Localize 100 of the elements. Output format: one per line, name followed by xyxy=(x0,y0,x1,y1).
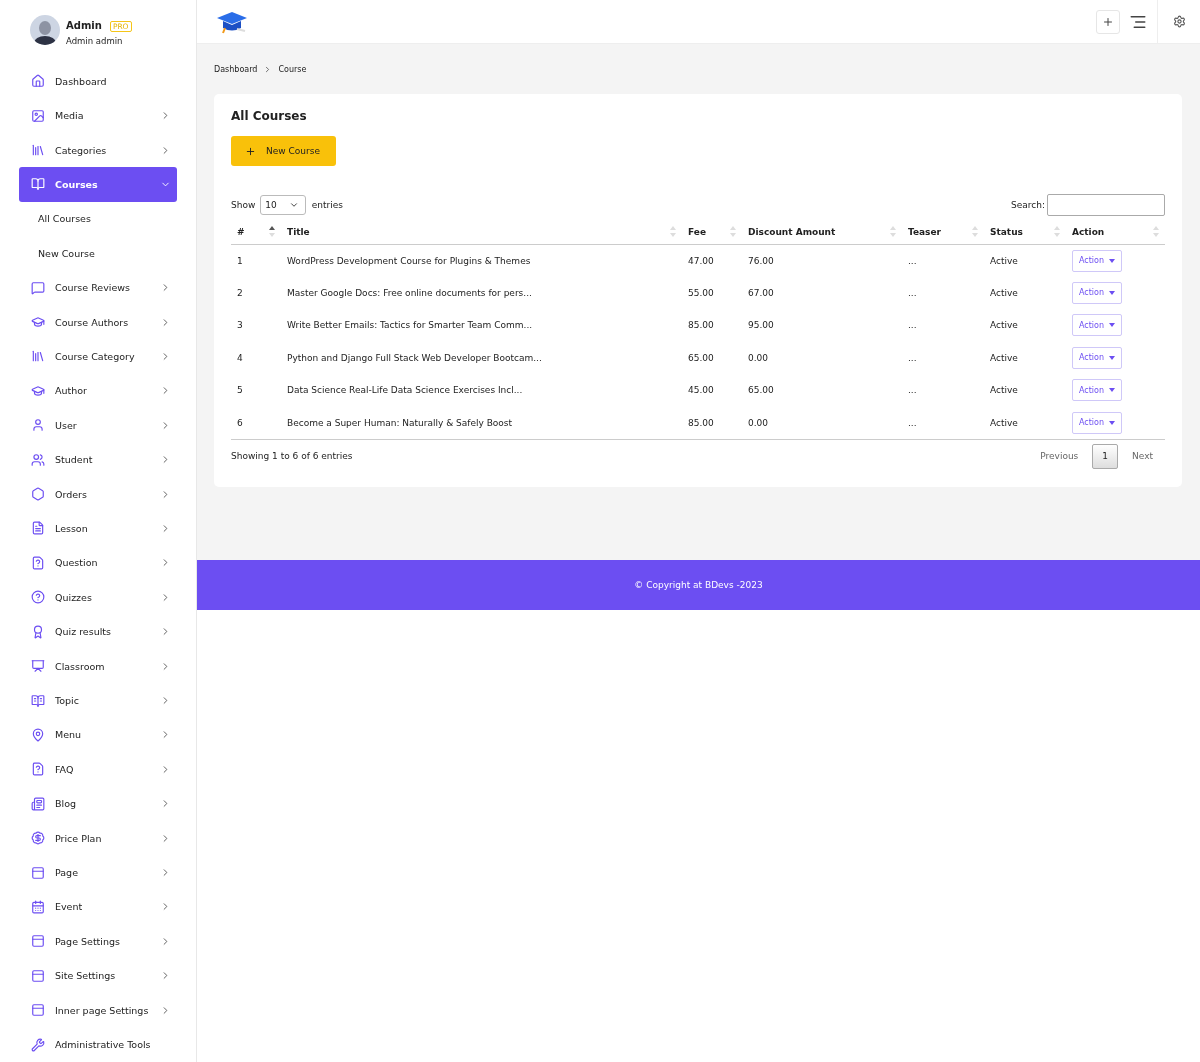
action-dropdown[interactable]: Action xyxy=(1072,346,1123,369)
breadcrumb-link[interactable]: Course xyxy=(278,65,307,74)
column-header[interactable]: Teaser xyxy=(908,226,942,237)
sidebar-item[interactable]: Course Reviews xyxy=(19,270,177,305)
caret-down-icon xyxy=(1109,258,1116,263)
column-header[interactable]: Fee xyxy=(688,226,706,237)
sidebar-item[interactable]: Site Settings xyxy=(19,958,177,993)
caret-down-icon xyxy=(1109,290,1116,295)
table-cell: ... xyxy=(908,352,917,363)
sidebar-item[interactable]: Quiz results xyxy=(19,614,177,649)
sidebar-item[interactable]: Media xyxy=(19,98,177,133)
open-book-icon xyxy=(31,693,45,708)
sidebar-item[interactable]: Course Authors xyxy=(19,304,177,340)
sidebar-item[interactable]: Administrative Tools xyxy=(19,1027,177,1062)
table-cell: ... xyxy=(908,385,917,396)
table-cell: Data Science Real-Life Data Science Exercises Incl... xyxy=(287,385,523,396)
image-icon xyxy=(31,108,45,123)
hexagon-icon xyxy=(31,487,45,502)
column-header[interactable]: Title xyxy=(287,226,310,237)
add-button[interactable] xyxy=(1096,9,1120,34)
table-cell: 65.00 xyxy=(748,385,774,396)
action-dropdown[interactable]: Action xyxy=(1072,281,1123,304)
submenu-item[interactable]: New Course xyxy=(19,236,177,271)
sidebar-item[interactable]: Student xyxy=(19,442,177,477)
question-icon xyxy=(31,762,45,777)
wrench-icon xyxy=(31,1037,45,1052)
sidebar-item[interactable]: Quizzes xyxy=(19,580,177,615)
card-title: All Courses xyxy=(231,109,308,123)
avatar xyxy=(30,15,60,45)
table-cell: ... xyxy=(908,255,917,266)
sidebar-item[interactable]: Page xyxy=(19,855,177,890)
pagination-button[interactable]: Previous xyxy=(1030,443,1089,469)
table-cell: 1 xyxy=(237,255,243,266)
action-dropdown[interactable]: Action xyxy=(1072,249,1123,272)
sidebar-item[interactable]: Page Settings xyxy=(19,924,177,959)
action-dropdown[interactable]: Action xyxy=(1072,411,1123,434)
breadcrumb-link[interactable]: Dashboard xyxy=(214,65,258,74)
copyright-text: © Copyright at BDevs -2023 xyxy=(634,580,763,590)
entries-select[interactable]: 10 xyxy=(260,195,306,215)
sidebar-item[interactable]: Categories xyxy=(19,132,177,168)
table-cell: Become a Super Human: Naturally & Safely Boost xyxy=(287,417,513,428)
sidebar-item[interactable]: Event xyxy=(19,889,177,925)
book-icon xyxy=(31,177,45,192)
table-cell: Active xyxy=(990,385,1018,396)
sidebar-item[interactable]: User xyxy=(19,408,177,443)
caret-down-icon xyxy=(1109,323,1116,328)
sidebar-item[interactable]: FAQ xyxy=(19,752,177,787)
search-field[interactable] xyxy=(1047,194,1165,216)
table-cell: 0.00 xyxy=(748,352,769,363)
sidebar-item[interactable]: Lesson xyxy=(19,511,177,546)
caret-down-icon xyxy=(1109,420,1116,425)
books-icon xyxy=(31,143,45,157)
pagination-button[interactable]: 1 xyxy=(1092,443,1119,469)
table-cell: 4 xyxy=(237,352,243,363)
column-header[interactable]: Status xyxy=(990,226,1023,237)
panel-icon xyxy=(31,1003,45,1018)
table-cell: Write Better Emails: Tactics for Smarter Team Comm... xyxy=(287,320,533,331)
table-cell: 2 xyxy=(237,287,243,298)
table-cell: 6 xyxy=(237,417,243,428)
table-cell: Active xyxy=(990,320,1018,331)
sidebar-item[interactable]: Question xyxy=(19,545,177,581)
sidebar-item[interactable]: Courses xyxy=(19,167,177,202)
action-dropdown[interactable]: Action xyxy=(1072,314,1123,337)
chat-icon xyxy=(31,280,45,295)
sidebar-item[interactable]: Dashboard xyxy=(19,64,177,99)
plus-icon xyxy=(245,145,256,157)
sidebar-item[interactable]: Price Plan xyxy=(19,820,177,856)
sidebar-item[interactable]: Menu xyxy=(19,717,177,753)
sidebar-item[interactable]: Classroom xyxy=(19,648,177,684)
column-header[interactable]: Action xyxy=(1072,226,1105,237)
table-cell: Python and Django Full Stack Web Developer Bootcam... xyxy=(287,352,542,363)
people-icon xyxy=(31,452,45,467)
caret-down-icon xyxy=(1109,388,1116,393)
table-info: Showing 1 to 6 of 6 entries xyxy=(231,451,353,461)
table-cell: 85.00 xyxy=(688,417,714,428)
submenu-item[interactable]: All Courses xyxy=(19,201,177,237)
sidebar-item[interactable]: Author xyxy=(19,373,177,409)
plus-icon xyxy=(1102,15,1114,28)
presentation-icon xyxy=(31,659,45,674)
sidebar-item[interactable]: Topic xyxy=(19,683,177,718)
pagination-button[interactable]: Next xyxy=(1122,443,1163,469)
user-name: Admin xyxy=(66,20,102,31)
table-cell: 65.00 xyxy=(688,352,714,363)
dollar-icon xyxy=(31,831,45,846)
graduate-icon xyxy=(31,383,45,398)
pin-icon xyxy=(31,727,45,742)
sidebar-item[interactable]: Blog xyxy=(19,786,177,821)
sidebar-item[interactable]: Orders xyxy=(19,476,177,512)
user-icon xyxy=(31,418,45,433)
sidebar-item[interactable]: Course Category xyxy=(19,339,177,374)
sidebar-item[interactable]: Inner page Settings xyxy=(19,992,177,1028)
column-header[interactable]: # xyxy=(237,226,245,237)
table-cell: 5 xyxy=(237,385,243,396)
table-cell: Active xyxy=(990,417,1018,428)
table-cell: 95.00 xyxy=(748,320,774,331)
new-course-button[interactable]: New Course xyxy=(231,136,336,166)
entries-label: entries xyxy=(311,200,343,210)
calendar-icon xyxy=(31,899,45,914)
column-header[interactable]: Discount Amount xyxy=(748,226,836,237)
action-dropdown[interactable]: Action xyxy=(1072,379,1123,402)
